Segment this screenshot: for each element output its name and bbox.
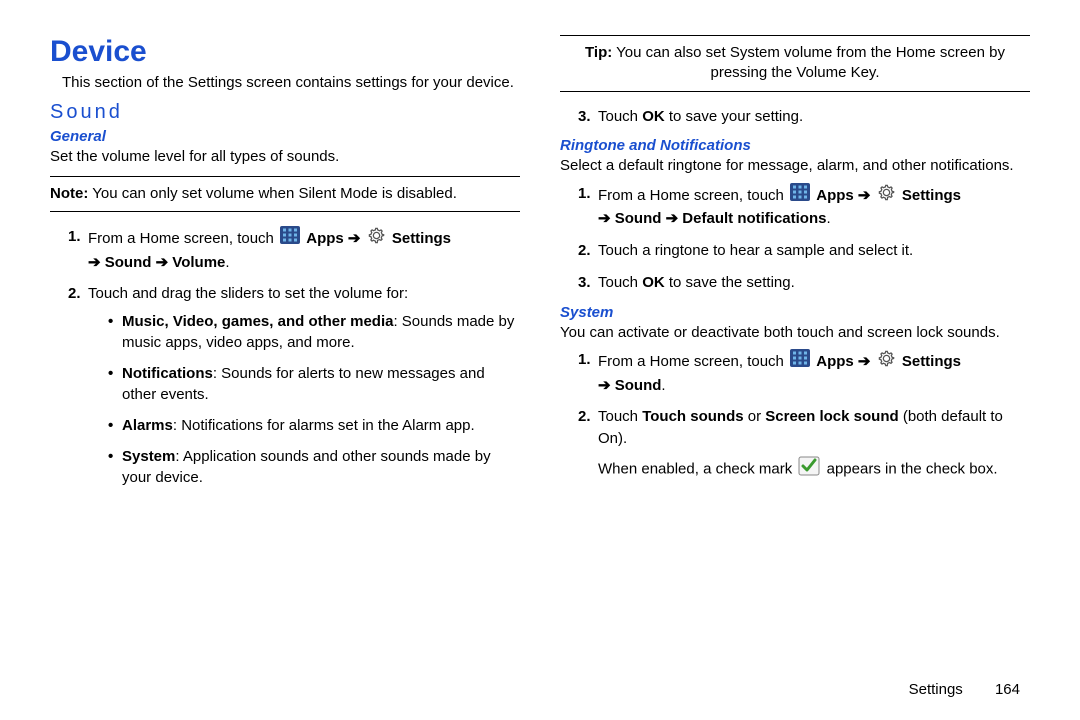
general-steps: From a Home screen, touch Apps ➔ Setting… xyxy=(68,226,520,488)
settings-icon xyxy=(877,183,896,209)
note-text: You can only set volume when Silent Mode… xyxy=(88,185,457,202)
apps-label: Apps xyxy=(816,353,854,370)
tip-box: Tip: You can also set System volume from… xyxy=(560,35,1030,92)
s-step-1: From a Home screen, touch Apps ➔ Setting… xyxy=(578,349,1030,397)
settings-label: Settings xyxy=(902,353,961,370)
s-step-2: Touch Touch sounds or Screen lock sound … xyxy=(578,406,1030,482)
arrow-icon: ➔ xyxy=(598,377,611,394)
volume-bullets: Music, Video, games, and other media: So… xyxy=(108,311,520,488)
general-desc: Set the volume level for all types of so… xyxy=(50,147,520,167)
checkmark-note: When enabled, a check mark appears in th… xyxy=(598,456,1030,483)
settings-icon xyxy=(367,226,386,252)
tip-label: Tip: xyxy=(585,44,612,61)
arrow-icon: ➔ xyxy=(348,230,361,247)
ringtone-steps: From a Home screen, touch Apps ➔ Setting… xyxy=(578,183,1030,294)
arrow-icon: ➔ xyxy=(88,254,101,271)
general-steps-cont: Touch OK to save your setting. xyxy=(578,106,1030,128)
system-desc: You can activate or deactivate both touc… xyxy=(560,323,1030,343)
ringtone-heading: Ringtone and Notifications xyxy=(560,137,1030,154)
r-step-2: Touch a ringtone to hear a sample and se… xyxy=(578,240,1030,262)
arrow-icon: ➔ xyxy=(598,210,611,227)
step2-text: Touch and drag the sliders to set the vo… xyxy=(88,285,408,302)
bullet-notifications: Notifications: Sounds for alerts to new … xyxy=(108,363,520,405)
intro-text: This section of the Settings screen cont… xyxy=(62,73,520,93)
bullet-alarms: Alarms: Notifications for alarms set in … xyxy=(108,415,520,436)
arrow-icon: ➔ xyxy=(858,353,871,370)
settings-icon xyxy=(877,349,896,375)
page-heading: Device xyxy=(50,35,520,69)
page-footer: Settings 164 xyxy=(909,681,1020,698)
step-1: From a Home screen, touch Apps ➔ Setting… xyxy=(68,226,520,274)
r-step-3: Touch OK to save the setting. xyxy=(578,272,1030,294)
arrow-icon: ➔ xyxy=(858,186,871,203)
apps-icon xyxy=(790,349,810,374)
note-box: Note: You can only set volume when Silen… xyxy=(50,176,520,212)
step-2: Touch and drag the sliders to set the vo… xyxy=(68,283,520,488)
system-heading: System xyxy=(560,304,1030,321)
r-step-1: From a Home screen, touch Apps ➔ Setting… xyxy=(578,183,1030,231)
nav-path: Sound xyxy=(615,377,662,394)
apps-label: Apps xyxy=(306,230,344,247)
tip-text: You can also set System volume from the … xyxy=(612,44,1005,81)
apps-label: Apps xyxy=(816,186,854,203)
bullet-system: System: Application sounds and other sou… xyxy=(108,446,520,488)
system-steps: From a Home screen, touch Apps ➔ Setting… xyxy=(578,349,1030,483)
left-column: Device This section of the Settings scre… xyxy=(50,35,520,498)
bullet-media: Music, Video, games, and other media: So… xyxy=(108,311,520,353)
apps-icon xyxy=(280,226,300,251)
step-3: Touch OK to save your setting. xyxy=(578,106,1030,128)
apps-icon xyxy=(790,183,810,208)
note-label: Note: xyxy=(50,185,88,202)
sound-heading: Sound xyxy=(50,101,520,124)
settings-label: Settings xyxy=(392,230,451,247)
general-heading: General xyxy=(50,128,520,145)
page-number: 164 xyxy=(995,681,1020,698)
step1-text: From a Home screen, touch xyxy=(88,230,278,247)
right-column: Tip: You can also set System volume from… xyxy=(560,35,1030,498)
footer-section: Settings xyxy=(909,681,963,698)
nav-path: Sound ➔ Default notifications xyxy=(615,210,827,227)
settings-label: Settings xyxy=(902,186,961,203)
nav-path: Sound ➔ Volume xyxy=(105,254,226,271)
checkmark-icon xyxy=(798,456,820,483)
ringtone-desc: Select a default ringtone for message, a… xyxy=(560,156,1030,176)
